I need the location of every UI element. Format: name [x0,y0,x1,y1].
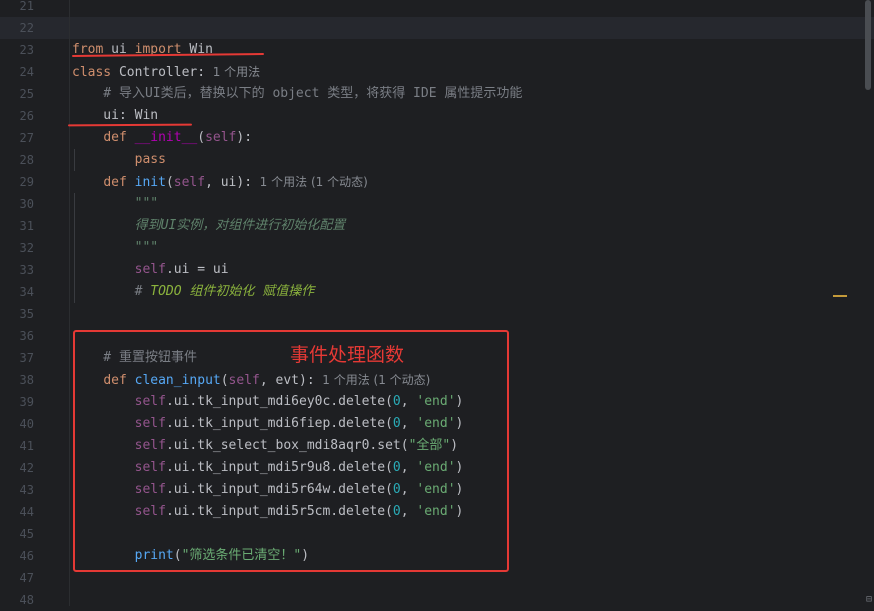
line-number: 33 [19,263,34,277]
usage-hint[interactable]: 1 个用法 [205,65,260,79]
code-token: init [134,175,166,190]
code-token: ( [165,175,174,190]
code-text: """ [72,237,158,259]
code-line[interactable]: 31 得到UI实例，对组件进行初始化配置 [0,215,874,237]
code-text: def init(self, ui): 1 个用法 (1 个动态) [72,171,368,194]
code-text: def __init__(self): [72,127,252,149]
line-number: 34 [19,285,34,299]
code-token: """ [72,240,159,255]
line-number: 29 [19,175,34,189]
code-line[interactable]: 30 """ [0,193,874,215]
line-number: 43 [19,483,34,497]
code-line[interactable]: 25 # 导入UI类后，替换以下的 object 类型，将获得 IDE 属性提示… [0,83,874,105]
line-number: 41 [19,439,34,453]
code-line[interactable]: 29 def init(self, ui): 1 个用法 (1 个动态) [0,171,874,193]
code-text: class Controller: 1 个用法 [72,61,260,84]
usage-hint[interactable]: 1 个用法 (1 个动态) [252,175,368,189]
code-token: Controller: [111,65,206,80]
line-number: 37 [19,351,34,365]
code-text: from ui import Win [72,39,213,61]
code-token: pass [134,152,166,167]
line-number: 48 [19,593,34,607]
code-line[interactable]: 21 [0,0,874,17]
code-line[interactable]: 28 pass [0,149,874,171]
code-token: ): [236,130,253,145]
code-token: self [205,130,237,145]
code-token: """ [72,196,159,211]
line-number: 24 [19,65,34,79]
code-token: ( [197,130,206,145]
line-number: 44 [19,505,34,519]
line-number: 38 [19,373,34,387]
code-token: .ui = ui [165,262,229,277]
code-token: # 导入UI类后，替换以下的 object 类型，将获得 IDE 属性提示功能 [72,86,523,101]
line-number: 27 [19,131,34,145]
code-line[interactable]: 23 from ui import Win [0,39,874,61]
line-number: 35 [19,307,34,321]
code-token: , ui): [205,175,253,190]
code-text: # TODO 组件初始化 赋值操作 [72,281,315,303]
code-line[interactable]: 27 def __init__(self): [0,127,874,149]
annotation-label: 事件处理函数 [290,344,405,366]
line-number: 42 [19,461,34,475]
line-number: 28 [19,153,34,167]
code-line[interactable]: 35 [0,303,874,325]
code-line[interactable]: 22 [0,17,874,39]
line-number: 31 [19,219,34,233]
code-line[interactable]: 48 [0,589,874,611]
line-number: 23 [19,43,34,57]
code-line[interactable]: 24 class Controller: 1 个用法 [0,61,874,83]
code-token: self [173,175,206,190]
line-number: 47 [19,571,34,585]
gutter-separator [69,0,70,606]
line-number: 30 [19,197,34,211]
code-line[interactable]: 34 # TODO 组件初始化 赋值操作 [0,281,874,303]
code-token: self [134,262,166,277]
line-number: 36 [19,329,34,343]
code-token: ui: Win [72,108,159,123]
line-number: 25 [19,87,34,101]
code-token: def [103,175,127,190]
code-text: pass [72,149,166,171]
code-line[interactable]: 33 self.ui = ui [0,259,874,281]
line-number: 39 [19,395,34,409]
line-number: 32 [19,241,34,255]
vertical-scrollbar[interactable] [862,0,874,606]
code-text: 得到UI实例，对组件进行初始化配置 [72,215,346,237]
code-text: # 导入UI类后，替换以下的 object 类型，将获得 IDE 属性提示功能 [72,83,522,105]
code-token: __init__ [134,130,198,145]
line-number: 46 [19,549,34,563]
code-token: 得到UI实例，对组件进行初始化配置 [72,218,346,233]
code-token: TODO 组件初始化 赋值操作 [150,284,315,299]
line-number: 22 [19,21,34,35]
line-number: 26 [19,109,34,123]
todo-marker[interactable] [833,295,847,297]
line-number: 45 [19,527,34,541]
code-text: self.ui = ui [72,259,229,281]
code-token: class [72,65,112,80]
code-text: """ [72,193,158,215]
split-icon[interactable]: ⊟ [866,594,872,605]
scrollbar-thumb[interactable] [865,0,871,90]
line-number: 21 [19,0,34,13]
line-number: 40 [19,417,34,431]
code-line[interactable]: 32 """ [0,237,874,259]
code-token: def [103,130,127,145]
code-token: # [72,284,151,299]
